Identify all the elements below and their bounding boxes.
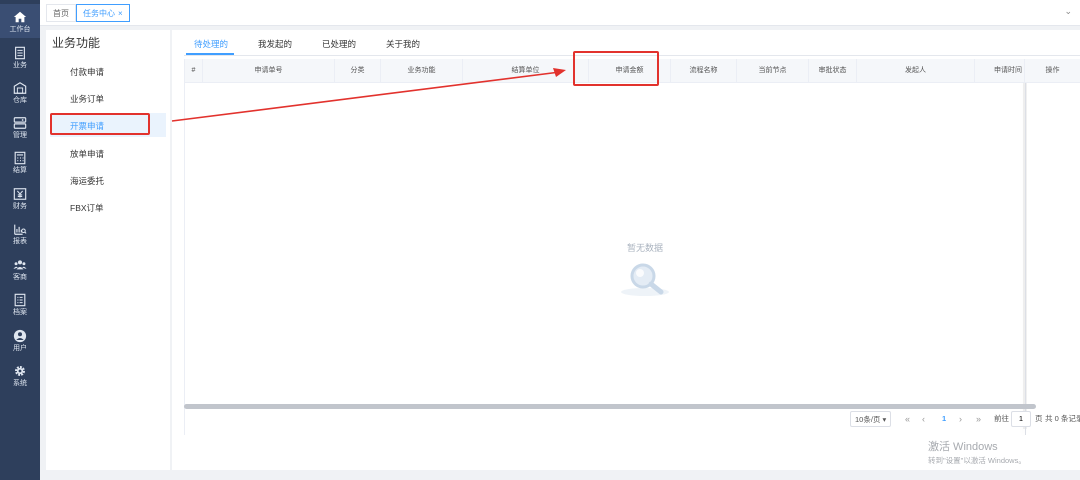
- activation-watermark-hint: 转到"设置"以激活 Windows。: [928, 456, 1026, 465]
- annotation-arrow: [171, 68, 566, 122]
- activation-watermark-title: 激活 Windows: [928, 441, 998, 453]
- app: 工作台 业务 仓库 管理 结算 财务 报表 客商 档案 用户 系统 首页 任务中…: [0, 0, 1080, 480]
